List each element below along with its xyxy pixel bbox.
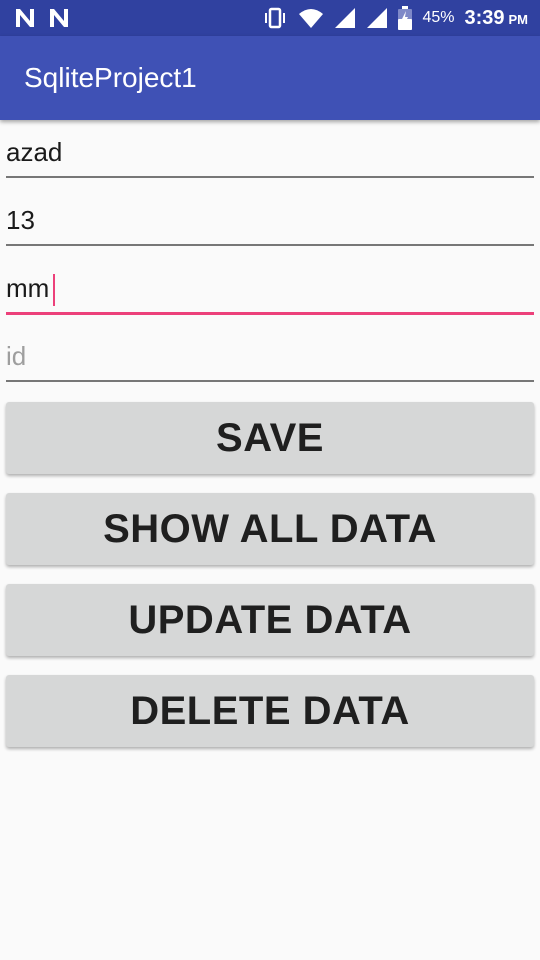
text-cursor: [53, 274, 55, 306]
age-field[interactable]: [6, 196, 534, 246]
id-input[interactable]: [6, 338, 526, 374]
save-button[interactable]: SAVE: [6, 402, 534, 474]
name-input[interactable]: [6, 134, 526, 170]
battery-percent: 45%: [422, 9, 455, 26]
notification-n-icon: [16, 9, 34, 27]
signal-icon: [367, 8, 388, 28]
clock-ampm: PM: [508, 12, 529, 27]
notification-n-icon: [50, 9, 68, 27]
name-field[interactable]: [6, 128, 534, 178]
show-all-data-button[interactable]: SHOW ALL DATA: [6, 493, 534, 565]
delete-data-button[interactable]: DELETE DATA: [6, 675, 534, 747]
vibrate-icon: [265, 7, 286, 29]
app-title: SqliteProject1: [24, 62, 197, 93]
update-data-button[interactable]: UPDATE DATA: [6, 584, 534, 656]
clock: 3:39 PM: [464, 6, 528, 30]
battery-icon: [398, 6, 413, 30]
signal-icon: [335, 8, 356, 28]
wifi-icon: [299, 9, 324, 28]
app-bar: SqliteProject1: [0, 36, 540, 120]
clock-time: 3:39: [464, 7, 505, 29]
age-input[interactable]: [6, 202, 526, 238]
third-field[interactable]: [6, 264, 534, 315]
id-field[interactable]: [6, 332, 534, 382]
status-bar: 45% 3:39 PM: [0, 0, 540, 36]
third-input[interactable]: [6, 270, 526, 306]
